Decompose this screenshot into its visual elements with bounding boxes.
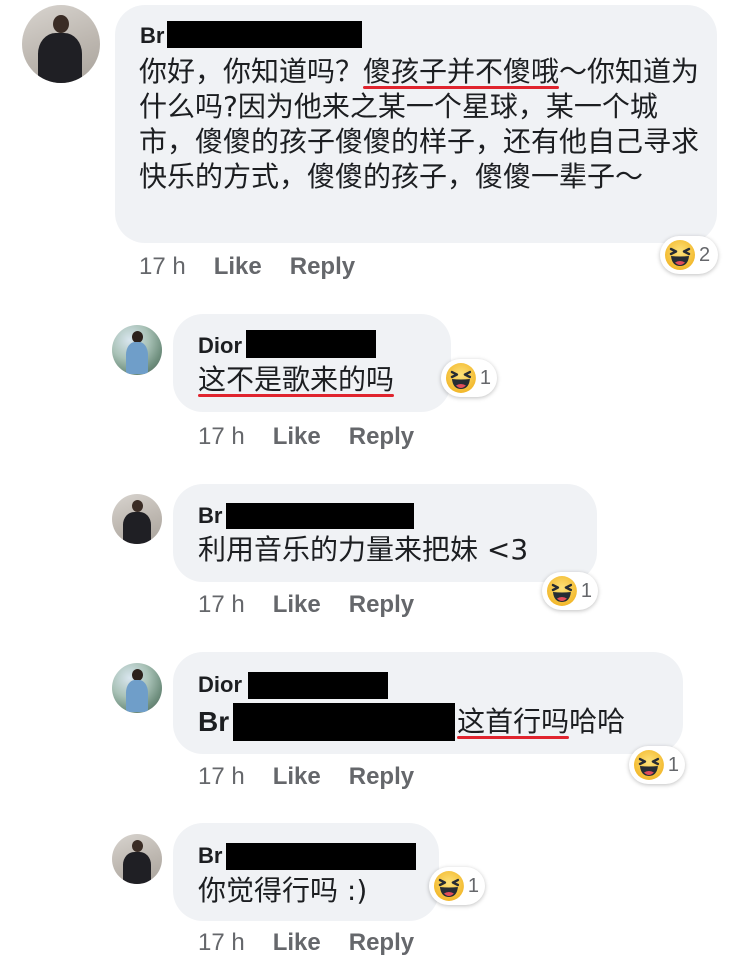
reaction-count: 1 bbox=[580, 579, 592, 602]
reaction-count: 1 bbox=[479, 366, 491, 389]
comment-author[interactable]: Dior bbox=[198, 333, 242, 359]
comment-text: 你好，你知道吗？傻孩子并不傻哦～你知道为什么吗?因为他来之某一个星球，某一个城市… bbox=[139, 54, 701, 194]
comment-author[interactable]: Br bbox=[140, 23, 164, 49]
comment-author[interactable]: Dior bbox=[198, 672, 242, 698]
avatar[interactable] bbox=[112, 663, 162, 713]
comment-text-part: 哈哈 bbox=[569, 705, 626, 738]
reaction-badge[interactable]: 2 bbox=[660, 236, 718, 274]
haha-reaction-icon bbox=[445, 362, 477, 394]
comment-actions: 17 h Like Reply bbox=[139, 253, 355, 281]
reaction-count: 1 bbox=[467, 874, 479, 897]
timestamp[interactable]: 17 h bbox=[139, 253, 186, 281]
comment-actions: 17 h Like Reply bbox=[198, 423, 414, 451]
haha-reaction-icon bbox=[633, 749, 665, 781]
redacted-name bbox=[248, 672, 388, 699]
comment-4: Dior Br 这首行吗哈哈 1 17 h Like Reply bbox=[0, 640, 747, 810]
comment-text: 你觉得行吗 :) bbox=[198, 874, 368, 907]
comment-text: 利用音乐的力量来把妹 <3 bbox=[198, 533, 529, 566]
comment-5: Br 你觉得行吗 :) 1 17 h Like Reply bbox=[0, 810, 747, 967]
comment-text-part: 你好，你知道吗？ bbox=[139, 55, 364, 88]
avatar[interactable] bbox=[112, 325, 162, 375]
reply-button[interactable]: Reply bbox=[349, 763, 414, 791]
like-button[interactable]: Like bbox=[273, 591, 321, 619]
avatar[interactable] bbox=[112, 834, 162, 884]
like-button[interactable]: Like bbox=[273, 763, 321, 791]
mention[interactable]: Br bbox=[198, 706, 229, 737]
reply-button[interactable]: Reply bbox=[290, 253, 355, 281]
like-button[interactable]: Like bbox=[273, 929, 321, 957]
timestamp[interactable]: 17 h bbox=[198, 763, 245, 791]
haha-reaction-icon bbox=[546, 575, 578, 607]
like-button[interactable]: Like bbox=[214, 253, 262, 281]
avatar[interactable] bbox=[112, 494, 162, 544]
comment-text: 这不是歌来的吗 bbox=[198, 362, 395, 397]
reaction-badge[interactable]: 1 bbox=[629, 746, 685, 784]
reply-button[interactable]: Reply bbox=[349, 929, 414, 957]
reply-button[interactable]: Reply bbox=[349, 423, 414, 451]
reaction-badge[interactable]: 1 bbox=[441, 359, 497, 397]
underlined-text: 这不是歌来的吗 bbox=[198, 363, 395, 397]
redacted-name bbox=[226, 843, 416, 870]
comment-2: Dior 这不是歌来的吗 1 17 h Like Reply bbox=[0, 300, 747, 470]
redacted-name bbox=[246, 330, 376, 358]
underlined-text: 傻孩子并不傻哦 bbox=[363, 55, 560, 89]
comment-author[interactable]: Br bbox=[198, 843, 222, 869]
redacted-name bbox=[226, 503, 414, 529]
redacted-mention bbox=[233, 703, 455, 741]
comment-actions: 17 h Like Reply bbox=[198, 929, 414, 957]
reaction-badge[interactable]: 1 bbox=[429, 867, 485, 905]
haha-reaction-icon bbox=[433, 870, 465, 902]
reaction-count: 2 bbox=[699, 243, 711, 266]
comment-actions: 17 h Like Reply bbox=[198, 591, 414, 619]
haha-reaction-icon bbox=[664, 239, 696, 271]
reply-button[interactable]: Reply bbox=[349, 591, 414, 619]
comment-author[interactable]: Br bbox=[198, 503, 222, 529]
timestamp[interactable]: 17 h bbox=[198, 929, 245, 957]
comment-actions: 17 h Like Reply bbox=[198, 763, 414, 791]
reaction-badge[interactable]: 1 bbox=[542, 572, 598, 610]
avatar[interactable] bbox=[22, 5, 100, 83]
like-button[interactable]: Like bbox=[273, 423, 321, 451]
comment-1: Br 你好，你知道吗？傻孩子并不傻哦～你知道为什么吗?因为他来之某一个星球，某一… bbox=[0, 0, 747, 290]
comment-3: Br 利用音乐的力量来把妹 <3 1 17 h Like Reply bbox=[0, 470, 747, 640]
timestamp[interactable]: 17 h bbox=[198, 423, 245, 451]
timestamp[interactable]: 17 h bbox=[198, 591, 245, 619]
redacted-name bbox=[167, 21, 362, 48]
underlined-text: 这首行吗 bbox=[457, 705, 570, 739]
reaction-count: 1 bbox=[667, 753, 679, 776]
